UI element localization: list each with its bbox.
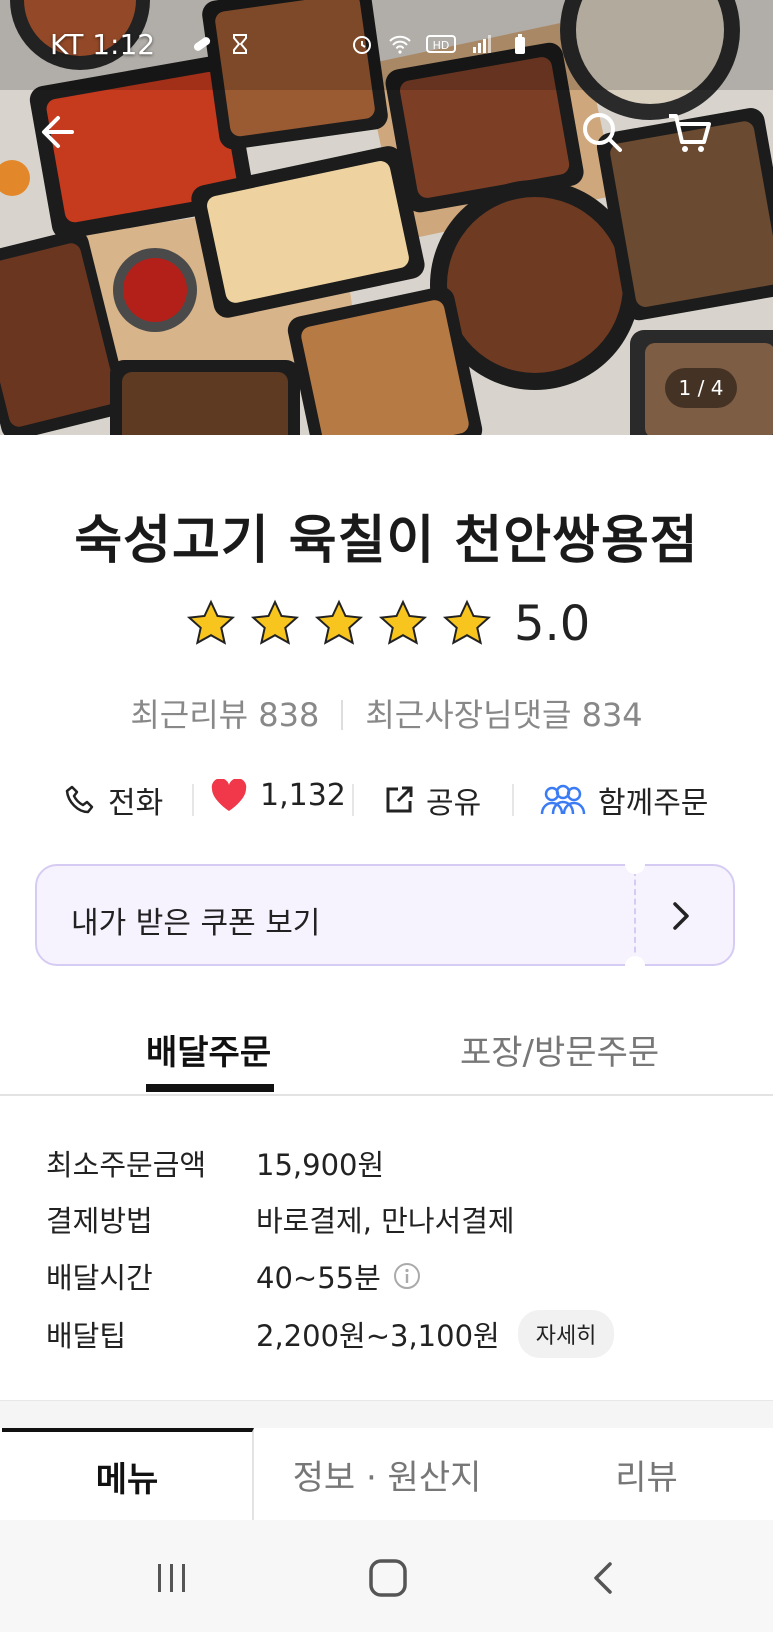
rating-row[interactable]: 5.0 — [186, 596, 590, 652]
group-order-label: 함께주문 — [598, 786, 709, 821]
bandage-icon — [193, 37, 211, 51]
coupon-label: 내가 받은 쿠폰 보기 — [71, 906, 321, 941]
min-order-label: 최소주문금액 — [46, 1148, 207, 1182]
delivery-time-label: 배달시간 — [46, 1261, 153, 1295]
status-bar: KT 1:12 HD — [0, 22, 773, 70]
divider — [512, 784, 514, 816]
min-order-row: 최소주문금액 15,900원 — [46, 1142, 384, 1184]
like-button[interactable]: 1,132 — [210, 778, 346, 813]
heart-icon — [211, 778, 247, 811]
tab-delivery-order[interactable]: 배달주문 — [146, 1025, 271, 1074]
back-button[interactable] — [30, 104, 86, 160]
tab-menu[interactable]: 메뉴 — [2, 1428, 254, 1520]
tab-info-origin[interactable]: 정보 · 원산지 — [256, 1428, 518, 1520]
wifi-icon — [389, 35, 411, 54]
coupon-banner[interactable]: 내가 받은 쿠폰 보기 — [35, 854, 735, 976]
call-button[interactable]: 전화 — [64, 778, 163, 822]
star-icon — [314, 599, 364, 645]
svg-text:HD: HD — [433, 39, 450, 52]
star-icon — [186, 599, 236, 645]
cart-icon — [669, 114, 711, 152]
recent-apps-icon — [158, 1564, 185, 1592]
payment-value: 바로결제, 만나서결제 — [256, 1204, 515, 1238]
rating-value: 5.0 — [514, 596, 591, 652]
action-row: 전화 1,132 공유 함께주문 — [0, 772, 773, 828]
home-button[interactable] — [358, 1548, 418, 1608]
tab-divider — [0, 1094, 773, 1096]
group-order-button[interactable]: 함께주문 — [540, 778, 708, 822]
recent-apps-button[interactable] — [142, 1548, 202, 1608]
back-arrow-icon — [42, 116, 74, 148]
tip-detail-button[interactable]: 자세히 — [517, 1310, 615, 1358]
image-page-indicator: 1 / 4 — [665, 368, 737, 408]
share-label: 공유 — [426, 786, 482, 821]
call-label: 전화 — [108, 786, 164, 821]
shop-name: 숙성고기 육칠이 천안쌍용점 — [74, 511, 699, 571]
share-icon — [386, 786, 413, 813]
min-order-value: 15,900원 — [256, 1148, 385, 1182]
system-nav-bar — [0, 1520, 773, 1632]
delivery-tip-value: 2,200원~3,100원 — [256, 1319, 500, 1353]
hero-image[interactable]: KT 1:12 HD 1 / 4 — [0, 0, 773, 435]
divider — [341, 700, 344, 730]
content-tabs: 메뉴 정보 · 원산지 리뷰 — [0, 1428, 773, 1520]
phone-icon — [65, 785, 94, 814]
section-divider — [0, 1400, 773, 1429]
star-icon — [250, 599, 300, 645]
share-button[interactable]: 공유 — [384, 778, 481, 822]
chevron-right-icon — [673, 902, 689, 930]
cart-button[interactable] — [662, 104, 718, 160]
search-icon — [583, 113, 622, 152]
coupon-divider — [634, 870, 636, 962]
star-icon — [378, 599, 428, 645]
delivery-time-value: 40~55분 — [256, 1261, 381, 1295]
payment-row: 결제방법 바로결제, 만나서결제 — [46, 1198, 515, 1240]
search-button[interactable] — [574, 104, 630, 160]
group-people-icon — [540, 784, 586, 815]
tab-pickup-order[interactable]: 포장/방문주문 — [460, 1025, 659, 1074]
delivery-time-row: 배달시간 40~55분 — [46, 1255, 421, 1297]
delivery-tip-label: 배달팁 — [46, 1319, 127, 1353]
recent-reviews-link[interactable]: 최근리뷰 838 — [130, 696, 319, 734]
divider — [352, 784, 354, 816]
delivery-tip-row: 배달팁 2,200원~3,100원 자세히 — [46, 1310, 615, 1358]
info-icon[interactable] — [393, 1262, 421, 1290]
hd-call-icon: HD — [426, 35, 456, 53]
signal-icon — [473, 35, 491, 53]
like-count: 1,132 — [260, 778, 346, 813]
hourglass-icon — [233, 34, 247, 54]
star-icon — [442, 599, 492, 645]
coupon-notch-bottom — [625, 956, 645, 976]
battery-icon — [515, 34, 525, 54]
review-summary: 최근리뷰 838 최근사장님댓글 834 — [0, 690, 773, 736]
coupon-notch-top — [625, 854, 645, 874]
back-nav-button[interactable] — [574, 1548, 634, 1608]
back-chevron-icon — [594, 1562, 612, 1594]
owner-replies-link[interactable]: 최근사장님댓글 834 — [365, 696, 642, 734]
alarm-icon — [353, 36, 371, 54]
tab-review[interactable]: 리뷰 — [520, 1428, 773, 1520]
tab-active-indicator — [146, 1084, 274, 1092]
status-time: KT 1:12 — [50, 28, 156, 61]
home-icon — [369, 1559, 407, 1597]
payment-label: 결제방법 — [46, 1204, 153, 1238]
divider — [192, 784, 194, 816]
